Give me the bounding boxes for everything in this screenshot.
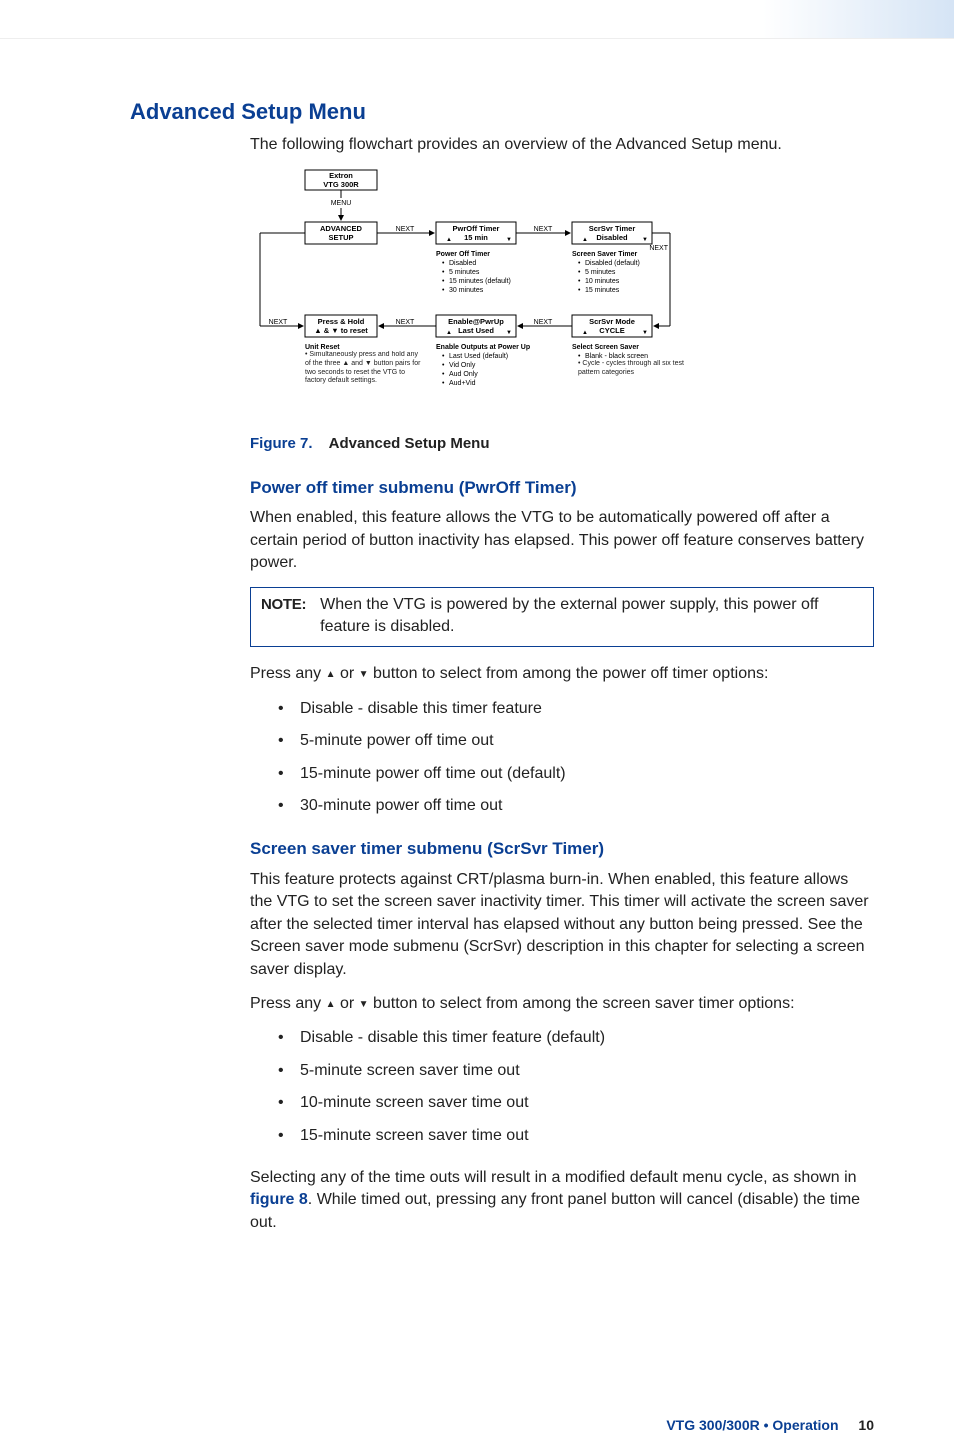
svg-text:Enable@PwrUp: Enable@PwrUp <box>448 317 504 326</box>
list-item: 15-minute power off time out (default) <box>278 763 874 785</box>
page-footer: VTG 300/300R • Operation 10 <box>0 1416 874 1436</box>
svg-text:▼: ▼ <box>506 330 512 336</box>
svg-text:Vid Only: Vid Only <box>449 362 476 369</box>
svg-text:Unit Reset: Unit Reset <box>305 344 340 351</box>
list-item: Disable - disable this timer feature <box>278 698 874 720</box>
svg-text:MENU: MENU <box>331 200 352 207</box>
page-title: Advanced Setup Menu <box>130 97 874 128</box>
svg-text:VTG 300R: VTG 300R <box>323 180 359 189</box>
svg-text:PwrOff Timer: PwrOff Timer <box>453 224 500 233</box>
list-item: 30-minute power off time out <box>278 795 874 817</box>
svg-text:NEXT: NEXT <box>534 319 553 326</box>
svg-text:15 minutes: 15 minutes <box>585 287 620 294</box>
svg-text:Press & Hold: Press & Hold <box>318 317 365 326</box>
svg-text:•: • <box>442 269 445 276</box>
svg-text:Blank - black screen: Blank - black screen <box>585 353 648 360</box>
svg-text:ScrSvr Mode: ScrSvr Mode <box>589 317 635 326</box>
svg-text:•: • <box>442 362 445 369</box>
list-item: 5-minute screen saver time out <box>278 1060 874 1082</box>
svg-text:▲: ▲ <box>582 237 588 243</box>
svg-text:Extron: Extron <box>329 171 353 180</box>
pwroff-heading: Power off timer submenu (PwrOff Timer) <box>250 476 874 500</box>
scrsvr-list: Disable - disable this timer feature (de… <box>278 1027 874 1147</box>
pwroff-list: Disable - disable this timer feature 5-m… <box>278 698 874 818</box>
svg-text:•: • <box>442 278 445 285</box>
svg-text:NEXT: NEXT <box>534 226 553 233</box>
svg-text:•: • <box>578 260 581 267</box>
list-item: Disable - disable this timer feature (de… <box>278 1027 874 1049</box>
svg-text:5 minutes: 5 minutes <box>585 269 616 276</box>
svg-text:▲: ▲ <box>582 330 588 336</box>
svg-text:•: • <box>442 380 445 387</box>
svg-text:•: • <box>442 371 445 378</box>
svg-text:Disabled: Disabled <box>596 233 628 242</box>
scrsvr-press: Press any ▲ or ▼ button to select from a… <box>250 993 874 1015</box>
scrsvr-para1: This feature protects against CRT/plasma… <box>250 869 874 981</box>
figure-title: Advanced Setup Menu <box>329 435 490 452</box>
page-body: Advanced Setup Menu The following flowch… <box>0 39 954 1286</box>
footer-page: 10 <box>858 1417 874 1433</box>
footer-doc: VTG 300/300R • Operation <box>666 1417 838 1433</box>
note-box: NOTE: When the VTG is powered by the ext… <box>250 587 874 648</box>
figure-caption: Figure 7. Advanced Setup Menu <box>250 433 874 454</box>
svg-text:Select Screen Saver: Select Screen Saver <box>572 344 639 351</box>
svg-text:▼: ▼ <box>506 237 512 243</box>
figure-label: Figure 7. <box>250 435 313 452</box>
scrsvr-para2: Selecting any of the time outs will resu… <box>250 1167 874 1234</box>
up-triangle-icon: ▲ <box>326 668 336 682</box>
svg-text:▲: ▲ <box>446 237 452 243</box>
svg-text:Aud Only: Aud Only <box>449 371 478 378</box>
header-gradient <box>0 0 954 39</box>
svg-text:Power Off Timer: Power Off Timer <box>436 251 490 258</box>
svg-text:30 minutes: 30 minutes <box>449 287 484 294</box>
pwroff-para: When enabled, this feature allows the VT… <box>250 507 874 574</box>
svg-text:Aud+Vid: Aud+Vid <box>449 380 476 387</box>
flowchart: Extron VTG 300R MENU ADVANCED SETUP PwrO… <box>250 168 874 420</box>
svg-text:CYCLE: CYCLE <box>599 326 624 335</box>
svg-text:•: • <box>442 260 445 267</box>
scrsvr-heading: Screen saver timer submenu (ScrSvr Timer… <box>250 837 874 861</box>
svg-text:▲ & ▼ to reset: ▲ & ▼ to reset <box>314 326 368 335</box>
list-item: 10-minute screen saver time out <box>278 1092 874 1114</box>
svg-text:ScrSvr Timer: ScrSvr Timer <box>589 224 636 233</box>
down-triangle-icon: ▼ <box>359 998 369 1012</box>
svg-text:NEXT: NEXT <box>396 226 415 233</box>
svg-text:▼: ▼ <box>642 330 648 336</box>
list-item: 5-minute power off time out <box>278 730 874 752</box>
svg-text:Last Used: Last Used <box>458 326 494 335</box>
svg-text:SETUP: SETUP <box>328 233 353 242</box>
up-triangle-icon: ▲ <box>326 998 336 1012</box>
pwroff-press: Press any ▲ or ▼ button to select from a… <box>250 663 874 685</box>
svg-text:10 minutes: 10 minutes <box>585 278 620 285</box>
svg-text:Last Used (default): Last Used (default) <box>449 353 508 360</box>
svg-text:•: • <box>442 353 445 360</box>
note-text: When the VTG is powered by the external … <box>320 594 863 639</box>
svg-text:NEXT: NEXT <box>269 319 288 326</box>
svg-text:•: • <box>578 269 581 276</box>
svg-text:15 minutes (default): 15 minutes (default) <box>449 278 511 285</box>
note-label: NOTE: <box>261 594 306 615</box>
svg-text:NEXT: NEXT <box>396 319 415 326</box>
svg-text:•: • <box>578 278 581 285</box>
svg-text:Enable Outputs at Power Up: Enable Outputs at Power Up <box>436 344 530 351</box>
list-item: 15-minute screen saver time out <box>278 1125 874 1147</box>
svg-text:ADVANCED: ADVANCED <box>320 224 363 233</box>
svg-text:•: • <box>578 353 581 360</box>
svg-text:▲: ▲ <box>446 330 452 336</box>
svg-text:NEXT: NEXT <box>649 245 668 252</box>
intro-para: The following flowchart provides an over… <box>250 134 874 156</box>
svg-text:•: • <box>578 287 581 294</box>
svg-text:Disabled: Disabled <box>449 260 476 267</box>
svg-text:Disabled (default): Disabled (default) <box>585 260 640 267</box>
figure-8-link[interactable]: figure 8 <box>250 1191 308 1208</box>
svg-text:15 min: 15 min <box>464 233 488 242</box>
svg-text:Screen Saver Timer: Screen Saver Timer <box>572 251 638 258</box>
down-triangle-icon: ▼ <box>359 668 369 682</box>
svg-text:•: • <box>442 287 445 294</box>
svg-text:▼: ▼ <box>642 237 648 243</box>
svg-text:5 minutes: 5 minutes <box>449 269 480 276</box>
